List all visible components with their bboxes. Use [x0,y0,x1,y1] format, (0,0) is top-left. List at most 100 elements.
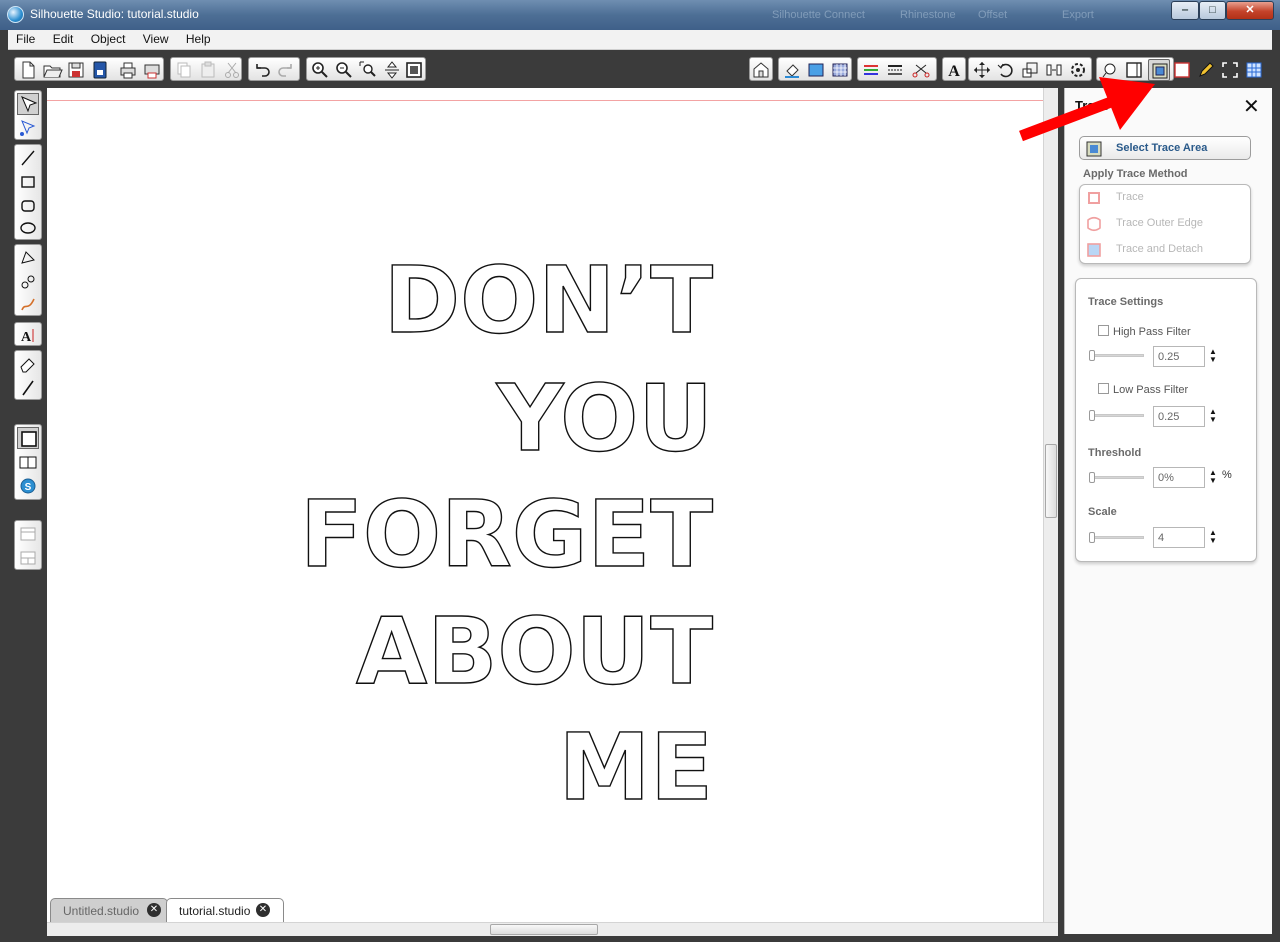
low-pass-filter-slider[interactable] [1089,410,1144,421]
high-pass-filter-spinner[interactable]: ▲ ▼ [1209,348,1217,364]
redo-icon[interactable] [275,59,297,81]
close-panel-icon[interactable]: ✕ [1243,94,1260,119]
cut-border-icon[interactable] [1171,59,1193,81]
fill-color-icon[interactable] [781,59,803,81]
copy-icon[interactable] [173,59,195,81]
menu-edit[interactable]: Edit [53,30,74,46]
high-pass-filter-slider[interactable] [1089,350,1144,361]
split-view-top-icon[interactable] [17,523,39,545]
scale-spinner[interactable]: ▲ ▼ [1209,529,1217,545]
scale-slider[interactable] [1089,532,1144,543]
low-pass-filter-checkbox[interactable] [1098,383,1109,394]
slider-knob[interactable] [1089,532,1095,543]
threshold-slider[interactable] [1089,472,1144,483]
vertical-scrollbar[interactable] [1043,88,1058,922]
fill-gradient-icon[interactable] [805,59,827,81]
outlined-text-artwork[interactable]: DON’T YOU FORGET ABOUT ME [47,88,1043,922]
menu-object[interactable]: Object [91,30,126,46]
polygon-tool-icon[interactable] [17,247,39,269]
tab-untitled[interactable]: Untitled.studio ✕ [50,898,168,922]
trace-button[interactable]: Trace [1080,186,1252,210]
open-folder-icon[interactable] [41,59,63,81]
menu-file[interactable]: File [16,30,35,46]
new-document-icon[interactable] [17,59,39,81]
artwork-line-4[interactable]: ABOUT [355,597,714,705]
trace-panel: Trace ✕ Select Trace Area Apply Trace Me… [1064,88,1272,934]
library-icon[interactable] [750,59,772,81]
rounded-rectangle-tool-icon[interactable] [17,195,39,217]
design-area-icon[interactable] [17,427,39,449]
send-to-silhouette-icon[interactable] [141,59,163,81]
fill-pattern-icon[interactable] [829,59,851,81]
text-tool-icon[interactable]: A [17,324,39,346]
rotate-icon[interactable] [995,59,1017,81]
zoom-in-icon[interactable] [309,59,331,81]
slider-knob[interactable] [1089,472,1095,483]
menu-view[interactable]: View [143,30,169,46]
high-pass-filter-label: High Pass Filter [1113,326,1191,338]
ellipse-tool-icon[interactable] [17,217,39,239]
undo-icon[interactable] [251,59,273,81]
trace-outer-edge-button[interactable]: Trace Outer Edge [1080,212,1252,236]
knife-tool-icon[interactable] [17,377,39,399]
library-book-icon[interactable] [17,451,39,473]
select-tool-icon[interactable] [17,93,39,115]
high-pass-filter-row[interactable]: High Pass Filter [1098,325,1191,338]
background-window-title: Rhinestone [900,9,956,21]
vertical-scroll-thumb[interactable] [1045,444,1057,518]
scale-input[interactable]: 4 [1153,527,1205,548]
close-tab-icon[interactable]: ✕ [147,903,161,917]
panel-tools-group: S [14,424,42,500]
sketch-pencil-icon[interactable] [1195,59,1217,81]
fit-to-page-icon[interactable] [403,59,425,81]
minimize-button[interactable]: ‒ [1171,1,1199,20]
split-view-side-icon[interactable] [17,547,39,569]
artwork-line-1[interactable]: DON’T [383,246,714,354]
tab-label: tutorial.studio [179,904,251,918]
high-pass-filter-checkbox[interactable] [1098,325,1109,336]
cut-icon[interactable] [221,59,243,81]
artwork-line-2[interactable]: YOU [495,364,714,472]
close-window-button[interactable]: ✕ [1226,1,1274,20]
save-icon[interactable] [65,59,87,81]
slider-knob[interactable] [1089,350,1095,361]
design-canvas[interactable]: DON’T YOU FORGET ABOUT ME [47,88,1043,922]
tab-tutorial[interactable]: tutorial.studio ✕ [166,898,284,922]
text-style-icon[interactable]: A [943,59,965,81]
zoom-out-icon[interactable] [333,59,355,81]
silhouette-store-icon[interactable]: S [17,475,39,497]
threshold-spinner[interactable]: ▲ ▼ [1209,469,1217,485]
menu-help[interactable]: Help [186,30,211,46]
title-bar: Silhouette Studio: tutorial.studio Silho… [0,0,1280,30]
artwork-line-3[interactable]: FORGET [299,480,714,588]
edit-points-icon[interactable] [17,117,39,139]
freehand-tool-icon[interactable] [17,293,39,315]
horizontal-scrollbar[interactable] [47,922,1058,936]
low-pass-filter-spinner[interactable]: ▲ ▼ [1209,408,1217,424]
save-to-sd-icon[interactable] [89,59,111,81]
line-style-icon[interactable] [884,59,906,81]
eraser-tool-icon[interactable] [17,353,39,375]
paste-icon[interactable] [197,59,219,81]
grid-icon[interactable] [1243,59,1265,81]
curve-tool-icon[interactable] [17,271,39,293]
zoom-selected-icon[interactable] [357,59,379,81]
trace-and-detach-button[interactable]: Trace and Detach [1080,238,1252,262]
cut-settings-icon[interactable] [910,59,932,81]
align-icon[interactable] [971,59,993,81]
line-tool-icon[interactable] [17,147,39,169]
fullscreen-icon[interactable] [1219,59,1241,81]
high-pass-filter-input[interactable]: 0.25 [1153,346,1205,367]
low-pass-filter-input[interactable]: 0.25 [1153,406,1205,427]
slider-knob[interactable] [1089,410,1095,421]
low-pass-filter-row[interactable]: Low Pass Filter [1098,383,1188,396]
line-color-icon[interactable] [860,59,882,81]
print-icon[interactable] [117,59,139,81]
maximize-button[interactable]: □ [1199,1,1226,20]
horizontal-scroll-thumb[interactable] [490,924,598,935]
close-tab-icon[interactable]: ✕ [256,903,270,917]
rectangle-tool-icon[interactable] [17,171,39,193]
artwork-line-5[interactable]: ME [558,713,714,821]
threshold-input[interactable]: 0% [1153,467,1205,488]
pan-icon[interactable] [381,59,403,81]
